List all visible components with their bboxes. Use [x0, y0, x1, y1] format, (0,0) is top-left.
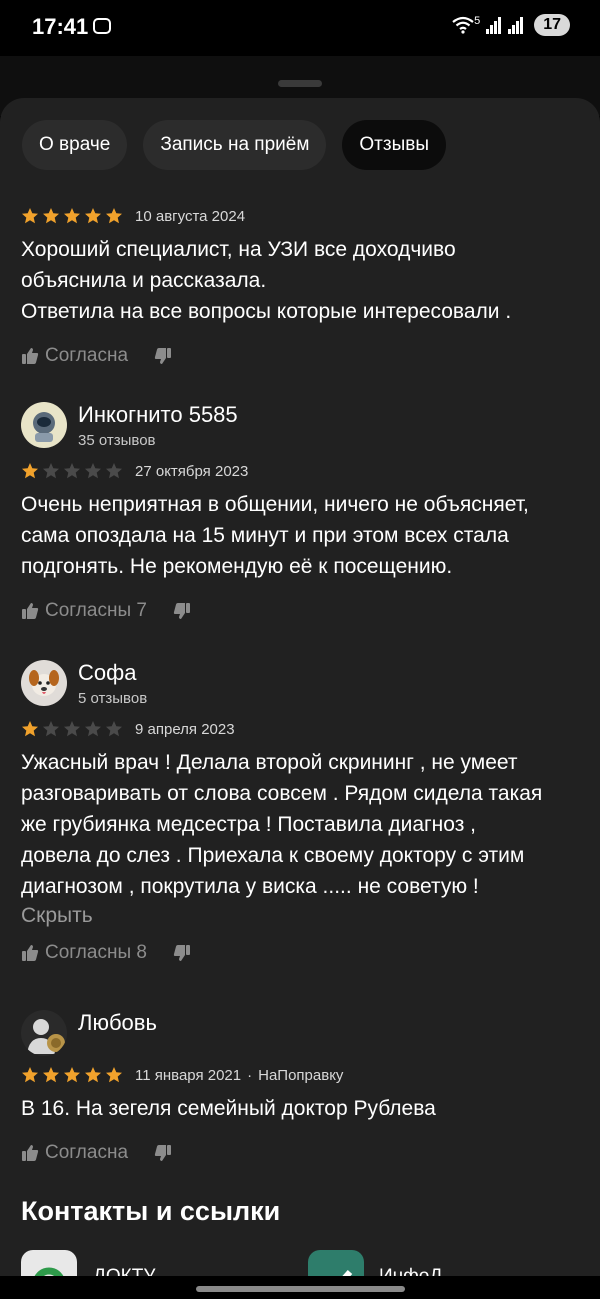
rating-stars — [21, 720, 123, 738]
star-filled-icon — [85, 208, 101, 224]
star-empty-icon — [43, 463, 59, 479]
star-filled-icon — [106, 1067, 122, 1083]
author-name: Любовь — [78, 1010, 157, 1035]
status-icons: 5 17 — [452, 14, 570, 36]
review-date: 10 августа 2024 — [135, 207, 246, 225]
disagree-button[interactable] — [173, 602, 191, 620]
thumbs-down-icon — [154, 348, 172, 364]
star-empty-icon — [106, 463, 122, 479]
thumbs-up-icon — [22, 1145, 39, 1161]
signal-icon — [486, 16, 502, 34]
rating-stars — [21, 207, 123, 225]
wifi-icon — [452, 16, 474, 34]
review-reactions: Согласны 8 — [21, 942, 581, 964]
star-filled-icon — [85, 1067, 101, 1083]
user-silhouette-icon — [21, 1010, 67, 1056]
rating-stars — [21, 462, 123, 480]
star-filled-icon — [22, 1067, 38, 1083]
review-item: Инкогнито 5585 35 отзывов 27 октября 202… — [21, 402, 581, 622]
dog-icon — [21, 660, 67, 706]
star-filled-icon — [22, 208, 38, 224]
star-empty-icon — [43, 721, 59, 737]
star-filled-icon — [43, 208, 59, 224]
network-type: 5 — [474, 15, 481, 27]
meta-separator: · — [247, 1066, 253, 1084]
author-review-count: 35 отзывов — [78, 432, 156, 449]
agree-label: Согласна — [45, 1142, 129, 1163]
review-item: Софа 5 отзывов 9 апреля 2023 Ужасный вра… — [21, 660, 581, 964]
star-empty-icon — [85, 721, 101, 737]
author-review-count: 5 отзывов — [78, 690, 148, 707]
battery-indicator: 17 — [534, 14, 570, 36]
star-filled-icon — [22, 463, 38, 479]
astronaut-icon — [21, 402, 67, 448]
tab-bar: О враче Запись на приём Отзывы — [22, 120, 447, 170]
review-meta: 11 января 2021 · НаПоправку — [21, 1065, 581, 1085]
review-author[interactable]: Софа 5 отзывов — [21, 660, 581, 712]
review-item: 10 августа 2024 Хороший специалист, на У… — [21, 206, 581, 367]
contact-tile-infod[interactable] — [308, 1250, 364, 1278]
review-text: Хороший специалист, на УЗИ все доходчиво… — [21, 238, 512, 323]
review-author[interactable]: Инкогнито 5585 35 отзывов — [21, 402, 581, 454]
signal-icon — [508, 16, 524, 34]
contact-tile-doctu[interactable] — [21, 1250, 77, 1278]
review-source: НаПоправку — [258, 1066, 344, 1084]
star-filled-icon — [64, 1067, 80, 1083]
collapse-link[interactable]: Скрыть — [21, 904, 581, 928]
review-text: Очень неприятная в общении, ничего не об… — [21, 493, 529, 578]
star-filled-icon — [106, 208, 122, 224]
sheet-drag-handle[interactable] — [278, 80, 322, 87]
thumbs-up-icon — [22, 945, 39, 961]
review-meta: 27 октября 2023 — [21, 461, 581, 481]
review-author[interactable]: Любовь — [21, 1010, 581, 1062]
disagree-button[interactable] — [154, 1144, 172, 1162]
review-date: 9 апреля 2023 — [135, 720, 235, 738]
star-filled-icon — [22, 721, 38, 737]
review-text: Ужасный врач ! Делала второй скрининг , … — [21, 751, 543, 898]
review-reactions: Согласна — [21, 345, 581, 367]
author-name: Софа — [78, 660, 137, 685]
review-reactions: Согласны 7 — [21, 600, 581, 622]
agree-button[interactable]: Согласны 8 — [21, 942, 147, 964]
review-meta: 9 апреля 2023 — [21, 719, 581, 739]
star-empty-icon — [85, 463, 101, 479]
thumbs-down-icon — [173, 603, 190, 619]
review-text: В 16. На зегеля семейный доктор Рублева — [21, 1097, 436, 1120]
doctu-logo-icon — [33, 1267, 65, 1278]
reviews-sheet: О враче Запись на приём Отзывы 10 август… — [0, 98, 600, 1278]
tab-reviews[interactable]: Отзывы — [342, 120, 447, 170]
home-indicator[interactable] — [196, 1286, 405, 1292]
disagree-button[interactable] — [154, 347, 172, 365]
disagree-button[interactable] — [173, 944, 191, 962]
screen-record-icon — [93, 18, 111, 34]
thumbs-down-icon — [173, 945, 190, 961]
tab-about-doctor[interactable]: О враче — [22, 120, 128, 170]
agree-label: Согласна — [45, 345, 129, 366]
contacts-heading: Контакты и ссылки — [21, 1196, 281, 1226]
review-meta: 10 августа 2024 — [21, 206, 581, 226]
agree-button[interactable]: Согласны 7 — [21, 600, 147, 622]
agree-label: Согласны 7 — [45, 600, 147, 621]
status-bar: 17:41 5 17 — [0, 0, 600, 56]
checkmark-icon — [340, 1269, 353, 1278]
star-filled-icon — [43, 1067, 59, 1083]
review-date: 27 октября 2023 — [135, 462, 249, 480]
review-item: Любовь 11 января 2021 · НаПоправку В 16.… — [21, 1010, 581, 1164]
thumbs-up-icon — [22, 603, 39, 619]
review-reactions: Согласна — [21, 1142, 581, 1164]
tab-appointment[interactable]: Запись на приём — [143, 120, 327, 170]
thumbs-up-icon — [22, 348, 39, 364]
review-date: 11 января 2021 — [135, 1066, 242, 1084]
status-time: 17:41 — [32, 14, 89, 39]
agree-button[interactable]: Согласна — [21, 1142, 128, 1164]
star-empty-icon — [106, 721, 122, 737]
rating-stars — [21, 1066, 123, 1084]
agree-button[interactable]: Согласна — [21, 345, 128, 367]
author-name: Инкогнито 5585 — [78, 402, 238, 427]
star-empty-icon — [64, 721, 80, 737]
agree-label: Согласны 8 — [45, 942, 147, 963]
star-empty-icon — [64, 463, 80, 479]
star-filled-icon — [64, 208, 80, 224]
thumbs-down-icon — [154, 1145, 172, 1161]
